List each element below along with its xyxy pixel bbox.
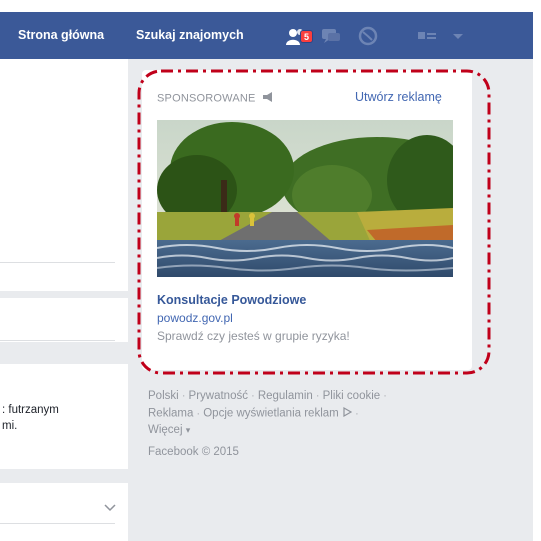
footer-links-line1: Polski · Prywatność · Regulamin · Pliki cookie… xyxy=(148,390,388,402)
footer-link-terms[interactable]: Regulamin xyxy=(258,390,313,402)
footer-link-adchoices[interactable]: Opcje wyświetlania reklam xyxy=(203,408,339,420)
home-link[interactable]: Strona główna xyxy=(18,28,104,42)
divider xyxy=(0,523,115,524)
footer-links-line2: Reklama · Opcje wyświetlania reklam · xyxy=(148,406,359,420)
privacy-shortcuts-icon[interactable] xyxy=(415,25,439,47)
footer-link-language[interactable]: Polski xyxy=(148,390,179,402)
account-menu-chevron-icon[interactable] xyxy=(446,25,470,47)
ad-title[interactable]: Konsultacje Powodziowe xyxy=(157,293,306,307)
post-text-fragment: : futrzanym xyxy=(2,404,59,416)
left-card-bottom xyxy=(0,483,128,541)
footer-link-advertising[interactable]: Reklama xyxy=(148,408,193,420)
megaphone-icon xyxy=(262,92,274,105)
footer-copyright: Facebook © 2015 xyxy=(148,446,239,458)
sponsored-label: SPONSOROWANE xyxy=(157,92,274,105)
ad-url[interactable]: powodz.gov.pl xyxy=(157,311,233,325)
notifications-globe-icon[interactable] xyxy=(356,25,380,47)
top-navigation-bar: Strona główna Szukaj znajomych 5 xyxy=(0,12,533,59)
create-ad-link[interactable]: Utwórz reklamę xyxy=(355,90,442,104)
friend-requests-badge: 5 xyxy=(300,30,313,43)
footer-link-privacy[interactable]: Prywatność xyxy=(189,390,248,402)
chevron-down-icon[interactable] xyxy=(104,499,116,517)
sponsored-text: SPONSOROWANE xyxy=(157,92,256,105)
messages-icon[interactable] xyxy=(318,25,342,47)
left-card-top xyxy=(0,59,128,291)
divider xyxy=(0,340,115,341)
ad-description: Sprawdź czy jesteś w grupie ryzyka! xyxy=(157,329,350,343)
footer-link-cookies[interactable]: Pliki cookie xyxy=(323,390,381,402)
footer-link-more[interactable]: Więcej xyxy=(148,424,183,436)
left-content-column: : futrzanym mi. xyxy=(0,59,128,541)
left-card-middle xyxy=(0,298,128,342)
post-text-fragment: mi. xyxy=(2,420,18,432)
adchoices-icon[interactable] xyxy=(342,406,353,420)
find-friends-link[interactable]: Szukaj znajomych xyxy=(136,28,244,42)
left-card-post: : futrzanym mi. xyxy=(0,364,128,469)
footer-more: Więcej ▾ xyxy=(148,424,190,436)
caret-down-icon[interactable]: ▾ xyxy=(186,425,191,435)
ad-image[interactable] xyxy=(157,120,453,277)
divider xyxy=(0,262,115,263)
